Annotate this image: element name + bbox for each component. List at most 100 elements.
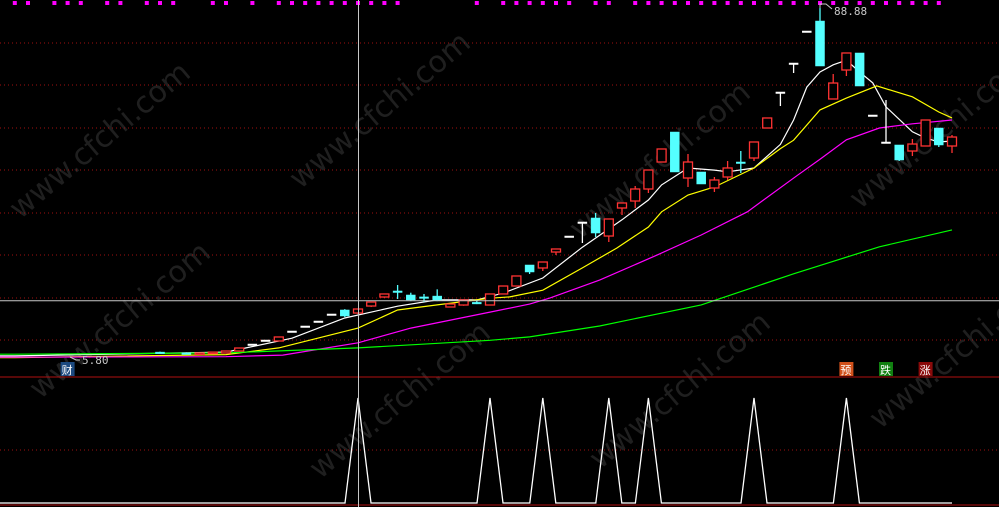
top-marker-dot <box>791 1 796 5</box>
candle-body <box>273 336 284 342</box>
top-marker-dot <box>276 1 281 5</box>
top-marker-dot <box>606 1 611 5</box>
top-marker-dot <box>725 1 730 5</box>
top-marker-dot <box>936 1 941 5</box>
top-marker-dot <box>303 1 308 5</box>
candle <box>273 336 284 342</box>
top-marker-dot <box>158 1 162 5</box>
candle <box>511 275 522 287</box>
candle <box>220 350 232 354</box>
top-marker-dot <box>395 1 400 5</box>
candle-body <box>802 30 812 33</box>
candle-body <box>643 169 654 190</box>
signal-tags: 财预跌涨 <box>60 362 933 377</box>
candle-body <box>379 293 390 298</box>
candle-body <box>881 141 891 144</box>
candle <box>841 52 852 76</box>
top-marker-dot <box>250 1 255 5</box>
candle-body <box>920 119 931 147</box>
candle-body <box>630 188 641 202</box>
candle-body <box>603 218 614 237</box>
candle-body <box>841 52 852 71</box>
candle <box>946 135 958 153</box>
top-marker-dot <box>12 1 17 5</box>
candle <box>484 293 496 306</box>
candle-body <box>550 248 562 253</box>
candle-body <box>155 351 165 354</box>
candle-body <box>577 221 588 224</box>
candle <box>379 293 390 298</box>
candle <box>828 74 839 100</box>
candle <box>260 339 271 342</box>
candle-body <box>656 148 667 163</box>
top-marker-dot <box>884 1 888 5</box>
candle-body <box>472 302 482 305</box>
candle <box>445 303 456 308</box>
top-marker-dot <box>567 1 572 5</box>
signal-tag-1: 预 <box>839 362 854 377</box>
candlestick-series <box>155 8 958 356</box>
top-marker-dot <box>897 1 902 5</box>
candle <box>656 148 667 163</box>
candle <box>340 309 350 318</box>
candle <box>300 325 310 328</box>
top-marker-dot <box>224 1 228 5</box>
candle <box>564 235 574 238</box>
candle <box>920 119 931 147</box>
stock-chart[interactable]: www.cfchi.comwww.cfchi.com www.cfchi.com w… <box>0 0 999 507</box>
candle <box>788 62 799 73</box>
top-marker-dot <box>554 1 558 5</box>
candle-body <box>868 114 878 117</box>
candle-body <box>815 20 825 67</box>
candle-body <box>234 347 245 352</box>
watermark-text: www.cfchi.com <box>23 235 218 406</box>
candle-body <box>392 290 403 293</box>
candle-body <box>564 235 574 238</box>
candle-body <box>366 301 377 307</box>
top-marker-dot <box>105 1 110 5</box>
candle <box>287 330 297 333</box>
top-marker-dot <box>171 1 176 5</box>
high-price-text: 88.88 <box>834 5 867 18</box>
top-marker-dot <box>342 1 347 5</box>
candle-body <box>946 136 958 147</box>
top-marker-dot <box>870 1 875 5</box>
candle <box>670 131 680 173</box>
top-marker-dot <box>804 1 809 5</box>
top-marker-dot <box>65 1 70 5</box>
candle <box>155 351 165 354</box>
top-marker-dot <box>633 1 638 5</box>
low-price-text: 5.80 <box>82 354 109 367</box>
candle <box>326 313 337 316</box>
candle-body <box>616 202 628 209</box>
candle-body <box>340 309 350 317</box>
candle <box>181 352 192 355</box>
candle-body <box>260 339 271 342</box>
candle-body <box>300 325 310 328</box>
top-marker-dot <box>514 1 519 5</box>
candle-body <box>207 351 218 355</box>
candle-body <box>445 303 456 308</box>
candle <box>247 343 258 346</box>
signal-tag-text: 涨 <box>920 364 931 377</box>
top-marker-dot <box>712 1 717 5</box>
candle <box>524 264 535 275</box>
candle-body <box>682 161 694 179</box>
candle <box>432 289 442 302</box>
top-marker-dot <box>527 1 532 5</box>
top-marker-dot <box>210 1 215 5</box>
top-marker-dot <box>646 1 651 5</box>
candle <box>498 285 509 295</box>
candle-body <box>907 143 918 152</box>
candle-body <box>406 294 416 301</box>
candle-body <box>537 261 548 269</box>
candle <box>537 261 548 272</box>
candle-body <box>854 52 865 87</box>
top-marker-dot <box>382 1 387 5</box>
top-marker-dot <box>765 1 770 5</box>
candle <box>854 52 865 87</box>
candle-body <box>762 117 773 129</box>
top-marker-dot <box>474 1 479 5</box>
top-marker-dot <box>778 1 783 5</box>
candle-body <box>326 313 337 316</box>
